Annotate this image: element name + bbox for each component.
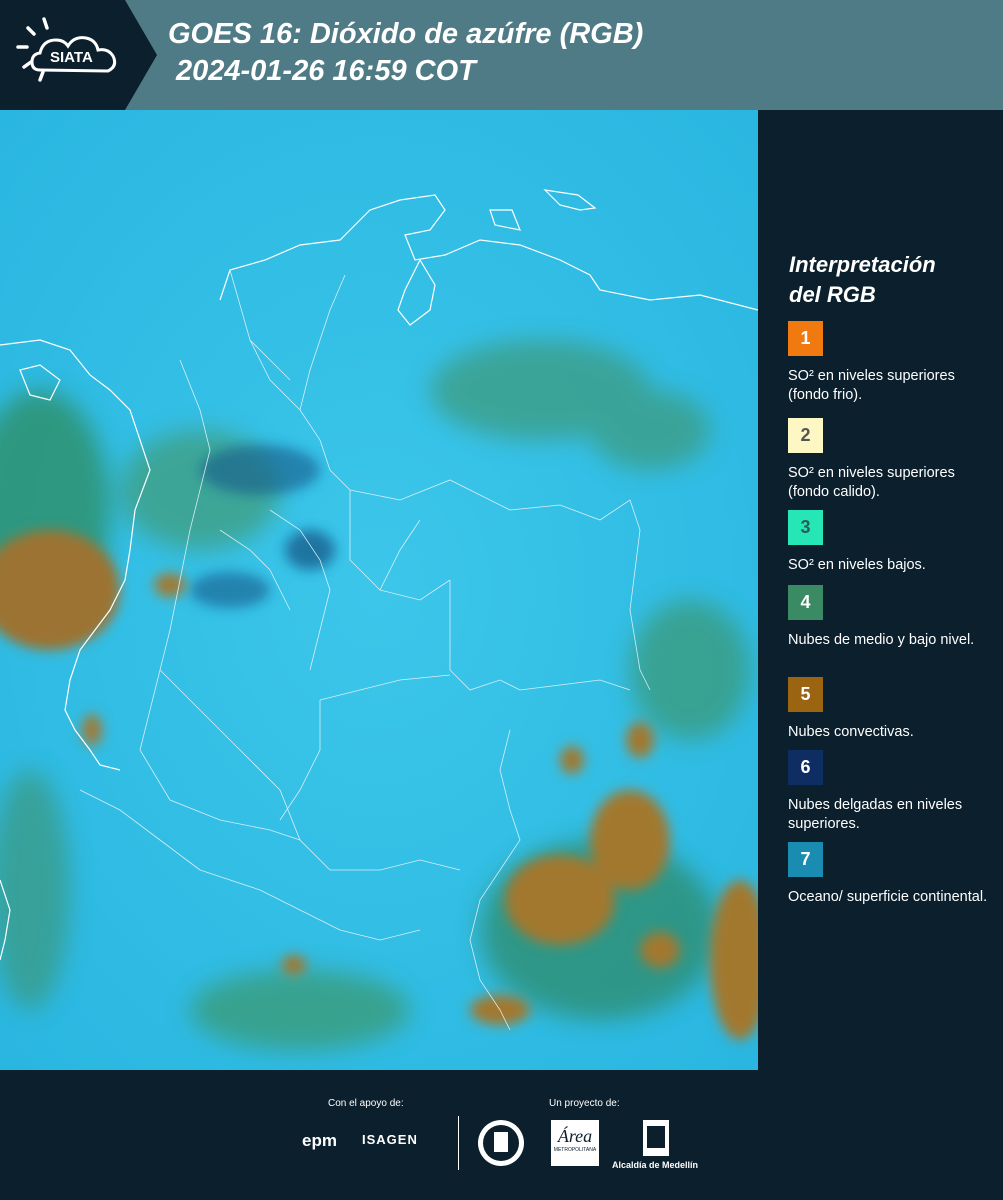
legend-label: Nubes delgadas en niveles superiores. <box>788 797 963 832</box>
legend-label: Nubes de medio y bajo nivel. <box>788 632 975 648</box>
legend-swatch: 4 <box>788 585 823 620</box>
legend-number: 2 <box>800 425 811 445</box>
legend-swatch: 7 <box>788 842 823 877</box>
legend-number: 6 <box>800 757 811 777</box>
satellite-map <box>0 110 758 1070</box>
area-logo-text: Área <box>557 1126 593 1146</box>
area-logo-sub: METROPOLITANA <box>553 1147 597 1153</box>
siata-logo: SIATA <box>0 0 160 110</box>
legend-title: Interpretación del RGB <box>789 250 936 310</box>
footer: Con el apoyo de: Un proyecto de: epm ISA… <box>0 1070 1003 1200</box>
area-metropolitana-logo: Área METROPOLITANA <box>551 1120 599 1166</box>
legend-label: Nubes convectivas. <box>788 724 914 740</box>
footer-divider <box>458 1116 459 1170</box>
legend-label: SO² en niveles superiores (fondo frio). <box>788 368 955 403</box>
isagen-logo: ISAGEN <box>362 1132 418 1147</box>
title-product: GOES 16: Dióxido de azúfre (RGB) <box>168 18 644 50</box>
legend-number: 4 <box>800 592 811 612</box>
legend-title-line2: del RGB <box>789 282 876 307</box>
title-timestamp: 2024-01-26 16:59 COT <box>176 55 476 87</box>
page-title: GOES 16: Dióxido de azúfre (RGB) 2024-01… <box>168 16 643 90</box>
legend-item-1: 1 SO² en niveles superiores (fondo frio)… <box>788 321 998 405</box>
legend-number: 1 <box>800 328 811 348</box>
legend-swatch: 6 <box>788 750 823 785</box>
legend-label: Oceano/ superficie continental. <box>788 889 988 905</box>
legend-swatch: 1 <box>788 321 823 356</box>
legend-title-line1: Interpretación <box>789 252 936 277</box>
epm-logo: epm <box>302 1131 337 1150</box>
legend-item-6: 6 Nubes delgadas en niveles superiores. <box>788 750 998 834</box>
medellin-seal-icon <box>478 1120 524 1166</box>
legend-number: 5 <box>800 684 811 704</box>
logo-wordmark: SIATA <box>50 49 93 66</box>
legend-item-7: 7 Oceano/ superficie continental. <box>788 842 998 907</box>
legend-label: SO² en niveles superiores (fondo calido)… <box>788 465 955 500</box>
legend-item-2: 2 SO² en niveles superiores (fondo calid… <box>788 418 998 502</box>
legend-item-5: 5 Nubes convectivas. <box>788 677 998 742</box>
legend-swatch: 3 <box>788 510 823 545</box>
alcaldia-label: Alcaldía de Medellín <box>612 1160 699 1170</box>
legend-item-4: 4 Nubes de medio y bajo nivel. <box>788 585 998 650</box>
legend-swatch: 5 <box>788 677 823 712</box>
legend-label: SO² en niveles bajos. <box>788 557 926 573</box>
legend-number: 7 <box>800 849 811 869</box>
alcaldia-shield-icon <box>643 1120 669 1156</box>
legend-swatch: 2 <box>788 418 823 453</box>
legend-number: 3 <box>800 517 811 537</box>
project-label: Un proyecto de: <box>549 1098 620 1109</box>
legend-item-3: 3 SO² en niveles bajos. <box>788 510 998 575</box>
header-bar: SIATA GOES 16: Dióxido de azúfre (RGB) 2… <box>0 0 1003 110</box>
support-label: Con el apoyo de: <box>328 1098 404 1109</box>
